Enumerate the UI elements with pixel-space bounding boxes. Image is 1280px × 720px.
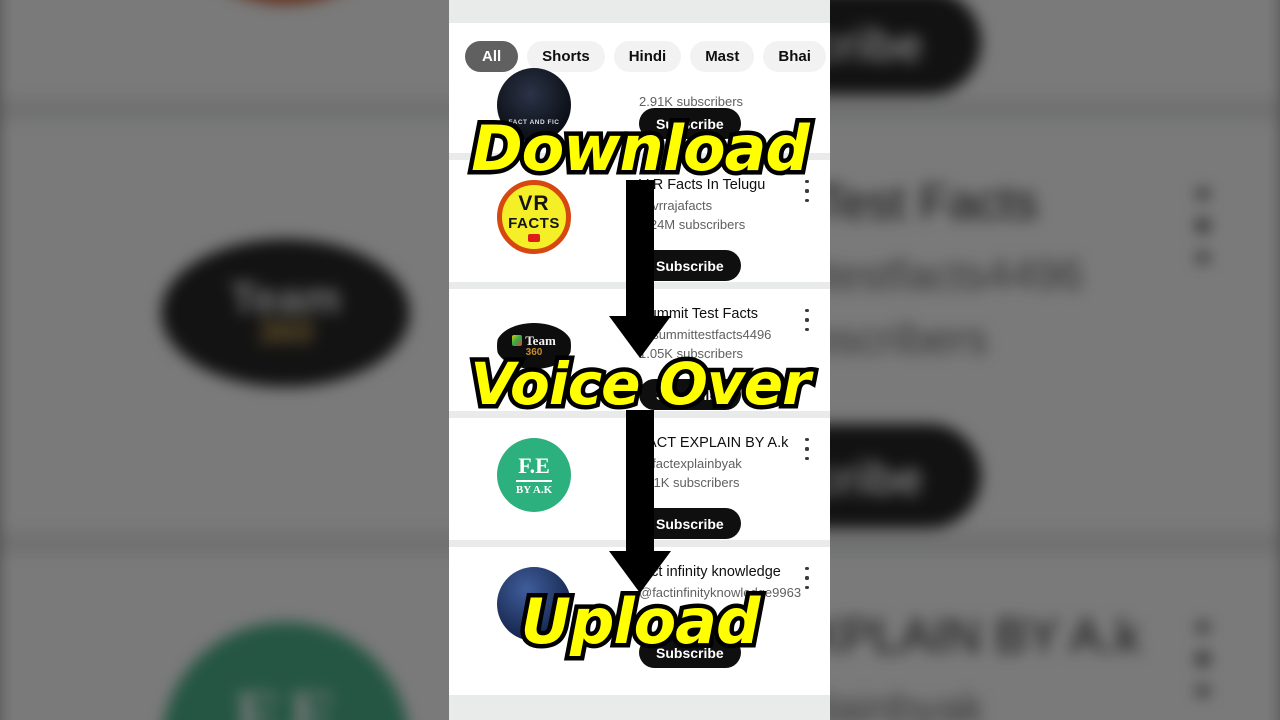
more-options-icon[interactable] — [798, 438, 816, 460]
channel-meta: Summit Test Facts @summittestfacts4496 1… — [639, 305, 789, 364]
subscribe-button[interactable]: Subscribe — [639, 250, 741, 281]
channel-handle: @factexplainbyak — [639, 455, 742, 471]
channel-avatar[interactable]: F.E BY A.K — [497, 438, 571, 512]
channel-row-vr-facts[interactable]: VR FACTS V R Facts In Telugu @vrrajafact… — [449, 160, 830, 289]
channel-meta: fact infinity knowledge @factinfinitykno… — [639, 563, 802, 602]
filter-chip-bar[interactable]: All Shorts Hindi Mast Bhai Tech — [449, 37, 830, 75]
more-options-icon[interactable] — [798, 309, 816, 331]
channel-subscribers: 421K subscribers — [639, 475, 740, 491]
channel-row-fact-and-fic[interactable]: FACT AND FIC 2.91K subscribers Subscribe — [449, 68, 830, 160]
channel-row-summit-test-facts[interactable]: Team 360 Summit Test Facts @summittestfa… — [449, 289, 830, 418]
phone-panel: All Shorts Hindi Mast Bhai Tech FACT AND… — [449, 0, 830, 720]
filter-chip-shorts[interactable]: Shorts — [527, 40, 605, 72]
channel-subscribers: 1.05K subscribers — [639, 346, 744, 362]
channel-avatar[interactable]: Team 360 — [497, 309, 571, 383]
logo-mark-icon — [512, 335, 523, 346]
filter-chip-mast[interactable]: Mast — [690, 40, 755, 72]
channel-name: V R Facts In Telugu — [639, 177, 766, 193]
channel-name: FACT EXPLAIN BY A.k — [639, 435, 789, 451]
subscribe-button[interactable]: Subscribe — [639, 637, 741, 668]
channel-name: Summit Test Facts — [639, 306, 758, 322]
more-options-icon[interactable] — [798, 567, 816, 589]
channel-avatar[interactable]: VR FACTS — [497, 180, 571, 254]
subscribe-button[interactable]: Subscribe — [639, 379, 741, 410]
filter-chip-hindi[interactable]: Hindi — [613, 40, 682, 72]
filter-chip-all[interactable]: All — [465, 40, 519, 72]
screenshot-stage: All Shorts Hindi Mast Bhai Tech FACT AND… — [0, 0, 1280, 720]
youtube-glyph-icon — [528, 233, 540, 242]
channel-avatar[interactable]: FACT AND FIC — [497, 68, 571, 142]
channel-handle: @factinfinityknowledge9963 — [639, 584, 802, 600]
more-options-icon[interactable] — [798, 180, 816, 202]
channel-avatar[interactable]: IN — [497, 567, 571, 641]
filter-chip-bhai[interactable]: Bhai — [763, 40, 826, 72]
subscribe-button[interactable]: Subscribe — [639, 508, 741, 539]
channel-handle: @summittestfacts4496 — [639, 326, 772, 342]
channel-handle: @vrrajafacts — [639, 197, 713, 213]
channel-row-fact-explain[interactable]: F.E BY A.K FACT EXPLAIN BY A.k @factexpl… — [449, 418, 830, 547]
channel-row-fact-infinity[interactable]: IN fact infinity knowledge @factinfinity… — [449, 547, 830, 676]
channel-name: fact infinity knowledge — [639, 564, 781, 580]
channel-meta: FACT EXPLAIN BY A.k @factexplainbyak 421… — [639, 434, 789, 493]
channel-meta: V R Facts In Telugu @vrrajafacts 1.24M s… — [639, 176, 789, 235]
channel-subscribers: 1.24M subscribers — [639, 217, 746, 233]
subscribe-button[interactable]: Subscribe — [639, 108, 741, 139]
channel-list: FACT AND FIC 2.91K subscribers Subscribe… — [449, 68, 830, 676]
